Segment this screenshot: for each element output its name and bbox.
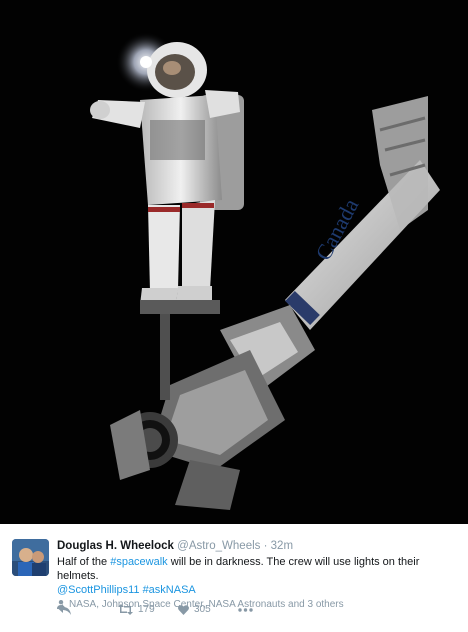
reply-icon xyxy=(58,604,71,615)
mention-link[interactable]: @ScottPhillips11 xyxy=(57,584,140,596)
author-name[interactable]: Douglas H. Wheelock xyxy=(57,540,174,552)
author-handle[interactable]: @Astro_Wheels xyxy=(177,540,260,552)
tweet-actions: 179 305 xyxy=(58,604,253,615)
tweet-text-part1: Half of the xyxy=(57,556,111,568)
hashtag-asknasa-link[interactable]: #askNASA xyxy=(143,584,196,596)
reply-button[interactable] xyxy=(58,604,118,615)
tweet-content: Douglas H. Wheelock @Astro_Wheels · 32m … xyxy=(57,539,461,610)
retweet-button[interactable]: 179 xyxy=(118,604,178,615)
avatar[interactable] xyxy=(12,539,49,576)
spacewalk-photo: Canada xyxy=(0,0,468,524)
hashtag-spacewalk-link[interactable]: #spacewalk xyxy=(110,556,167,568)
tweet-text: Half of the #spacewalk will be in darkne… xyxy=(57,555,461,597)
like-count: 305 xyxy=(194,604,211,615)
retweet-count: 179 xyxy=(138,604,155,615)
tweet-header: Douglas H. Wheelock @Astro_Wheels · 32m xyxy=(57,539,461,554)
more-button[interactable] xyxy=(238,607,253,612)
like-button[interactable]: 305 xyxy=(178,604,238,615)
more-icon xyxy=(238,607,253,612)
tweet-timestamp[interactable]: 32m xyxy=(271,540,293,552)
tweet-card: Douglas H. Wheelock @Astro_Wheels · 32m … xyxy=(0,524,468,632)
retweet-icon xyxy=(118,604,133,615)
tweet-photo[interactable]: Canada xyxy=(0,0,468,524)
header-separator: · xyxy=(263,540,268,552)
heart-icon xyxy=(178,604,189,615)
